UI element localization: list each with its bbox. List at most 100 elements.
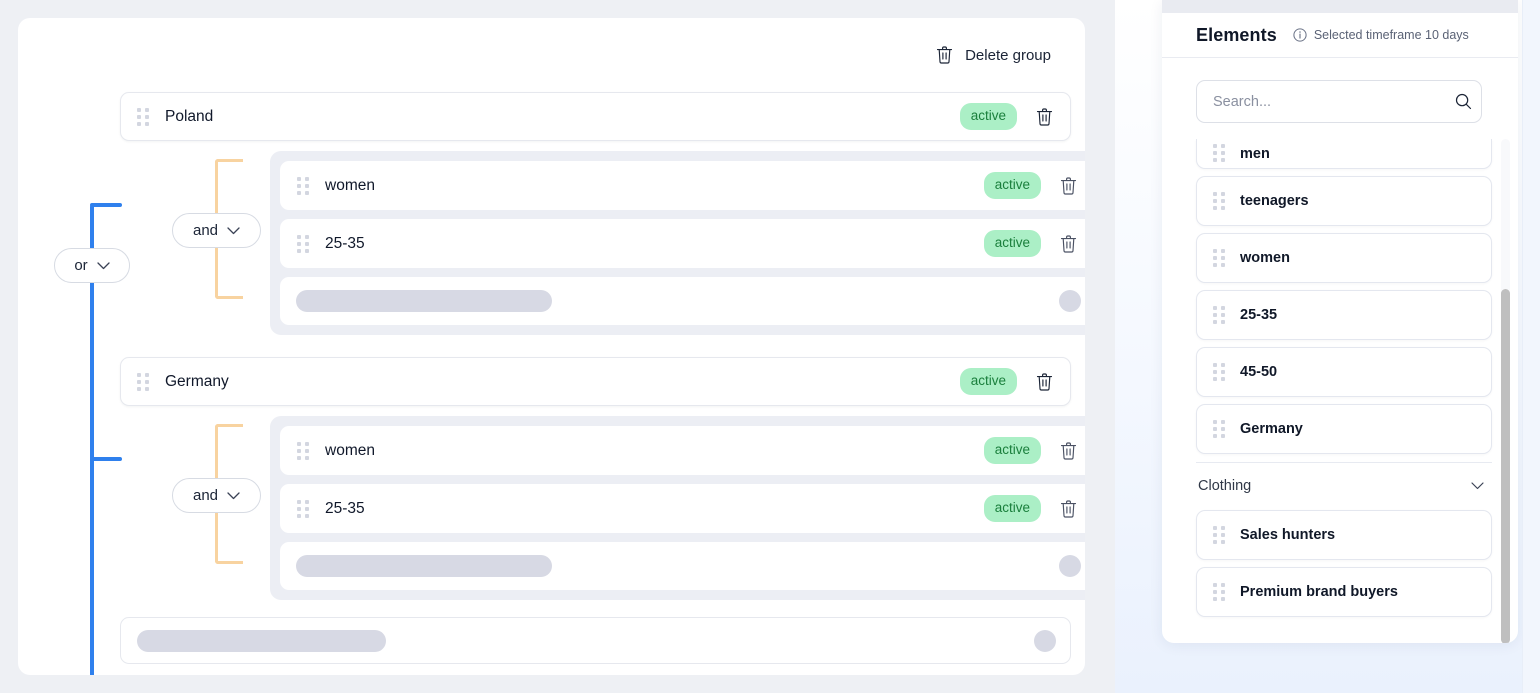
element-label: teenagers [1240, 193, 1309, 209]
placeholder-dot [1059, 555, 1081, 577]
drag-handle-icon[interactable] [137, 373, 149, 391]
branch-drop-placeholder[interactable] [120, 617, 1071, 664]
delete-branch-button[interactable] [1033, 105, 1056, 129]
status-badge: active [984, 495, 1041, 522]
root-operator-select[interactable]: or [54, 248, 130, 283]
section-label: Clothing [1198, 478, 1251, 494]
condition-row[interactable]: 25-35 active [280, 484, 1085, 533]
status-badge: active [984, 172, 1041, 199]
delete-branch-button[interactable] [1033, 370, 1056, 394]
drag-handle-icon[interactable] [297, 177, 309, 195]
root-operator-label: or [74, 257, 87, 274]
element-label: men [1240, 146, 1270, 162]
section-header-clothing[interactable]: Clothing [1196, 462, 1492, 508]
condition-name: women [325, 177, 984, 195]
status-badge: active [984, 437, 1041, 464]
branch-row[interactable]: Poland active [120, 92, 1071, 141]
right-edge-strip [1522, 0, 1540, 693]
info-icon [1293, 28, 1307, 42]
condition-row[interactable]: 25-35 active [280, 219, 1085, 268]
placeholder-dot [1059, 290, 1081, 312]
delete-condition-button[interactable] [1057, 174, 1080, 198]
element-label: Germany [1240, 421, 1303, 437]
drag-handle-icon[interactable] [1213, 144, 1225, 162]
branch-block: Poland active [54, 92, 1085, 335]
delete-condition-button[interactable] [1057, 232, 1080, 256]
element-item[interactable]: Sales hunters [1196, 510, 1492, 560]
element-item[interactable]: 45-50 [1196, 347, 1492, 397]
drag-handle-icon[interactable] [1213, 526, 1225, 544]
chevron-down-icon [1471, 482, 1484, 490]
and-group-wrapper: and w [54, 151, 1085, 335]
trash-icon [1060, 442, 1077, 460]
panel-scrollbar-thumb[interactable] [1501, 289, 1510, 643]
drag-handle-icon[interactable] [1213, 363, 1225, 381]
element-item[interactable]: 25-35 [1196, 290, 1492, 340]
and-operator-label: and [193, 487, 218, 504]
element-item[interactable]: men [1196, 139, 1492, 169]
branch-spacer [54, 335, 1085, 357]
element-label: Sales hunters [1240, 527, 1335, 543]
element-label: Premium brand buyers [1240, 584, 1398, 600]
condition-row[interactable]: women active [280, 161, 1085, 210]
trash-icon [1060, 235, 1077, 253]
condition-drop-placeholder[interactable] [280, 542, 1085, 590]
panel-title: Elements [1196, 25, 1277, 46]
drag-handle-icon[interactable] [1213, 583, 1225, 601]
drag-handle-icon[interactable] [1213, 192, 1225, 210]
chevron-down-icon [227, 492, 240, 500]
app-root: Delete group or [0, 0, 1540, 693]
trash-icon [1036, 108, 1053, 126]
element-label: 25-35 [1240, 307, 1277, 323]
status-badge: active [960, 368, 1017, 395]
delete-group-label: Delete group [965, 47, 1051, 64]
trash-icon [1060, 500, 1077, 518]
and-operator-select[interactable]: and [172, 213, 261, 248]
condition-row[interactable]: women active [280, 426, 1085, 475]
delete-condition-button[interactable] [1057, 497, 1080, 521]
drag-handle-icon[interactable] [297, 442, 309, 460]
builder-group-card: Delete group or [18, 18, 1085, 675]
element-label: 45-50 [1240, 364, 1277, 380]
drag-handle-icon[interactable] [137, 108, 149, 126]
drag-handle-icon[interactable] [1213, 249, 1225, 267]
elements-panel: Elements Selected timeframe 10 days [1162, 0, 1518, 643]
placeholder-bar [296, 290, 552, 312]
placeholder-bar [137, 630, 386, 652]
branch-name: Poland [165, 108, 960, 126]
drag-handle-icon[interactable] [1213, 306, 1225, 324]
trash-icon [1060, 177, 1077, 195]
element-item[interactable]: Germany [1196, 404, 1492, 454]
drag-handle-icon[interactable] [1213, 420, 1225, 438]
and-operator-label: and [193, 222, 218, 239]
branch-row[interactable]: Germany active [120, 357, 1071, 406]
branch-name: Germany [165, 373, 960, 391]
and-group-wrapper: and w [54, 416, 1085, 600]
panel-body: men teenagers women [1162, 58, 1518, 643]
element-item[interactable]: women [1196, 233, 1492, 283]
condition-name: 25-35 [325, 235, 984, 253]
search-input[interactable] [1196, 80, 1482, 123]
status-badge: active [984, 230, 1041, 257]
timeframe-note: Selected timeframe 10 days [1293, 28, 1469, 42]
delete-group-button[interactable]: Delete group [934, 42, 1053, 68]
elements-panel-area: Elements Selected timeframe 10 days [1115, 0, 1540, 693]
branch-block: Germany active [54, 357, 1085, 600]
drag-handle-icon[interactable] [297, 235, 309, 253]
chevron-down-icon [227, 227, 240, 235]
condition-drop-placeholder[interactable] [280, 277, 1085, 325]
status-badge: active [960, 103, 1017, 130]
element-item[interactable]: teenagers [1196, 176, 1492, 226]
elements-list[interactable]: men teenagers women [1162, 139, 1518, 643]
and-condition-group: women active [270, 151, 1085, 335]
and-operator-select[interactable]: and [172, 478, 261, 513]
panel-header: Elements Selected timeframe 10 days [1162, 13, 1518, 58]
placeholder-dot [1034, 630, 1056, 652]
delete-condition-button[interactable] [1057, 439, 1080, 463]
builder-toolbar: Delete group [18, 18, 1085, 92]
builder-canvas: Delete group or [0, 0, 1115, 693]
condition-tree: or Poland active [18, 92, 1085, 664]
element-item[interactable]: Premium brand buyers [1196, 567, 1492, 617]
condition-name: women [325, 442, 984, 460]
drag-handle-icon[interactable] [297, 500, 309, 518]
